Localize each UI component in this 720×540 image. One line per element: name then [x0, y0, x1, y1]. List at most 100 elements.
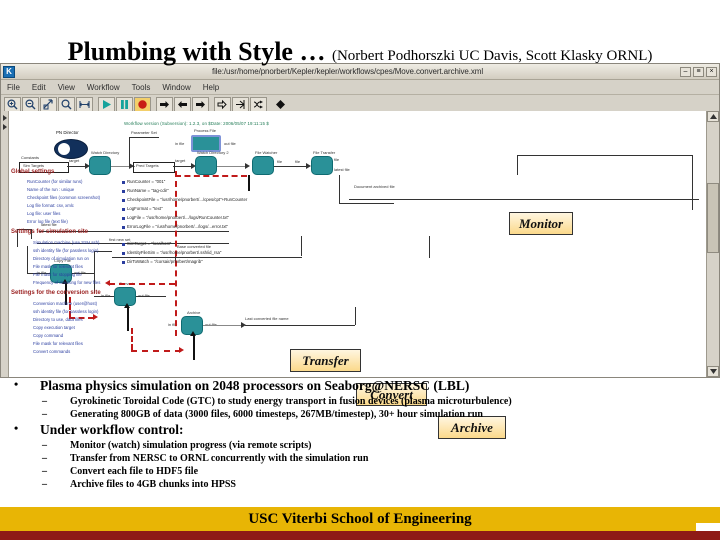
stop-icon[interactable] [134, 96, 151, 112]
callout-transfer[interactable]: Transfer [290, 349, 361, 372]
bullet-item-3: Under workflow control: [0, 421, 720, 438]
param-conv-5[interactable]: File mask for relevant files [33, 341, 83, 346]
port-label-in: in file [175, 141, 185, 146]
annotation-5: ErrorLogFile = "/usr/home/pnorbert/.../l… [121, 224, 229, 229]
arrow-4 [245, 163, 250, 169]
zoom-reset-icon[interactable] [40, 96, 57, 112]
port-file-label: file [334, 157, 340, 162]
scroll-down-button[interactable] [707, 366, 719, 377]
menu-item-view[interactable]: View [58, 83, 75, 92]
file-transfer-node[interactable] [311, 156, 333, 175]
param-conv-6[interactable]: Convert commands [33, 349, 70, 354]
wire-8 [349, 199, 699, 200]
window-title-text: file:/usr/home/pnorbert/Kepler/kepler/wo… [211, 67, 484, 76]
kepler-app-icon: K [3, 65, 15, 78]
param-sim-1[interactable]: ssh identity file (for passless login) [33, 248, 98, 253]
param-global-0[interactable]: RunCounter (for similar runs) [27, 179, 82, 184]
callout-arrow-convert [124, 303, 130, 308]
callout-monitor[interactable]: Monitor [509, 212, 573, 235]
watch-directory-2-label: Watch Directory 2 [197, 150, 229, 155]
chevron-right-icon[interactable] [2, 115, 7, 121]
menu-bar[interactable]: File Edit View Workflow Tools Window Hel… [1, 80, 719, 95]
arrow-red-archive [179, 347, 184, 353]
arrow-2 [129, 163, 134, 169]
param-conv-1[interactable]: ssh identity file (for passless login) [33, 309, 98, 314]
callout-arrow-line-convert [127, 307, 129, 331]
red-dashed-to-archive [131, 350, 181, 352]
param-sim-0[interactable]: Simulation machine (use SSH ssh) [33, 240, 99, 245]
wire-17 [94, 251, 95, 293]
param-sim-4[interactable]: File mask for stopping file [33, 272, 82, 277]
wire-19 [112, 257, 302, 258]
tag-icon[interactable] [232, 96, 249, 112]
file-transfer-label: File Transfer [313, 150, 336, 155]
menu-item-edit[interactable]: Edit [32, 83, 46, 92]
pane-collapse-gutter[interactable] [1, 111, 9, 377]
zoom-fit-icon[interactable] [58, 96, 75, 112]
file-watcher-node[interactable] [252, 156, 274, 175]
param-global-1[interactable]: Name of the run : unique [27, 187, 74, 192]
director-label: PN Director [56, 130, 79, 135]
wire-1 [67, 166, 87, 167]
param-global-2[interactable]: Checkpoint files (common screenshot) [27, 195, 100, 200]
param-sim-5[interactable]: Frequency of checking for new files [33, 280, 100, 285]
minimize-button[interactable]: – [680, 66, 691, 77]
bullet-item-4: Monitor (watch) simulation progress (via… [0, 440, 720, 451]
callout-transfer-label: Transfer [302, 352, 349, 368]
step-forward-icon[interactable] [192, 96, 209, 112]
branch-icon[interactable] [250, 96, 267, 112]
menu-item-help[interactable]: Help [203, 83, 219, 92]
menu-item-file[interactable]: File [7, 83, 20, 92]
wire-3 [173, 166, 193, 167]
param-global-3[interactable]: Log file format: csv, xmlc [27, 203, 74, 208]
param-global-4[interactable]: Log file: user files [27, 211, 60, 216]
wire-24 [245, 325, 355, 326]
menu-item-workflow[interactable]: Workflow [87, 83, 120, 92]
kepler-application-window[interactable]: K file:/usr/home/pnorbert/Kepler/kepler/… [0, 63, 720, 439]
param-conv-2[interactable]: Directory to use, data files [33, 317, 83, 322]
menu-item-tools[interactable]: Tools [132, 83, 151, 92]
scroll-up-button[interactable] [707, 111, 719, 122]
menu-item-window[interactable]: Window [162, 83, 190, 92]
page-title-subtitle: (Norbert Podhorszki UC Davis, Scott Klas… [331, 48, 653, 64]
step-back-icon[interactable] [174, 96, 191, 112]
scrollbar-thumb[interactable] [707, 183, 719, 253]
process-file-label: Process File [194, 128, 217, 133]
annotation-0: RunCounter = "001" [121, 179, 166, 184]
edge-label-sim-targets: Sim Targets [23, 163, 45, 168]
section-heading-global: Global settings [11, 169, 55, 175]
step-icon[interactable] [156, 96, 173, 112]
diamond-icon[interactable] [272, 97, 289, 112]
param-sim-2[interactable]: Directory of simulation run on [33, 256, 89, 261]
animate-icon[interactable] [214, 96, 231, 112]
param-conv-0[interactable]: Conversion machine (user@host) [33, 301, 97, 306]
watch-directory-2-node[interactable] [195, 156, 217, 175]
close-button[interactable]: × [706, 66, 717, 77]
edge-label-archived: Document archived file [354, 184, 395, 189]
annotation-2: CheckpointFile = "/usr/home/pnorbert/...… [121, 197, 248, 202]
workflow-canvas[interactable]: Workflow version (Subversion): 1.2.3, on… [9, 111, 706, 377]
param-global-5[interactable]: Error log file (text file) [27, 219, 68, 224]
edge-label-constants: Constants [21, 155, 40, 160]
watch-directory-node[interactable] [89, 156, 111, 175]
annotation-8: DirToWatch = "/corsair/pnorbert/magrib" [122, 259, 203, 264]
param-conv-3[interactable]: Copy execution target [33, 325, 75, 330]
chevron-right-icon-2[interactable] [2, 124, 7, 130]
window-titlebar[interactable]: K file:/usr/home/pnorbert/Kepler/kepler/… [1, 64, 719, 80]
bullet-item-1: Gyrokinetic Toroidal Code (GTC) to study… [0, 396, 720, 407]
zoom-out-icon[interactable] [22, 96, 39, 112]
param-conv-4[interactable]: Copy command [33, 333, 63, 338]
run-icon[interactable] [98, 96, 115, 112]
zoom-in-icon[interactable] [4, 96, 21, 112]
param-sim-3[interactable]: File mask for relevant files [33, 264, 83, 269]
maximize-button[interactable]: ≡ [693, 66, 704, 77]
fit-to-window-icon[interactable] [76, 96, 93, 112]
wire-26 [301, 236, 302, 256]
wire-right-4 [429, 236, 430, 258]
pause-icon[interactable] [116, 96, 133, 112]
workflow-version-note: Workflow version (Subversion): 1.2.3, on… [124, 121, 269, 126]
param-bracket-left [129, 137, 130, 165]
archive-node-label: Archive [187, 310, 201, 315]
canvas-vertical-scrollbar[interactable] [706, 111, 719, 377]
pn-director-icon[interactable] [54, 139, 88, 159]
